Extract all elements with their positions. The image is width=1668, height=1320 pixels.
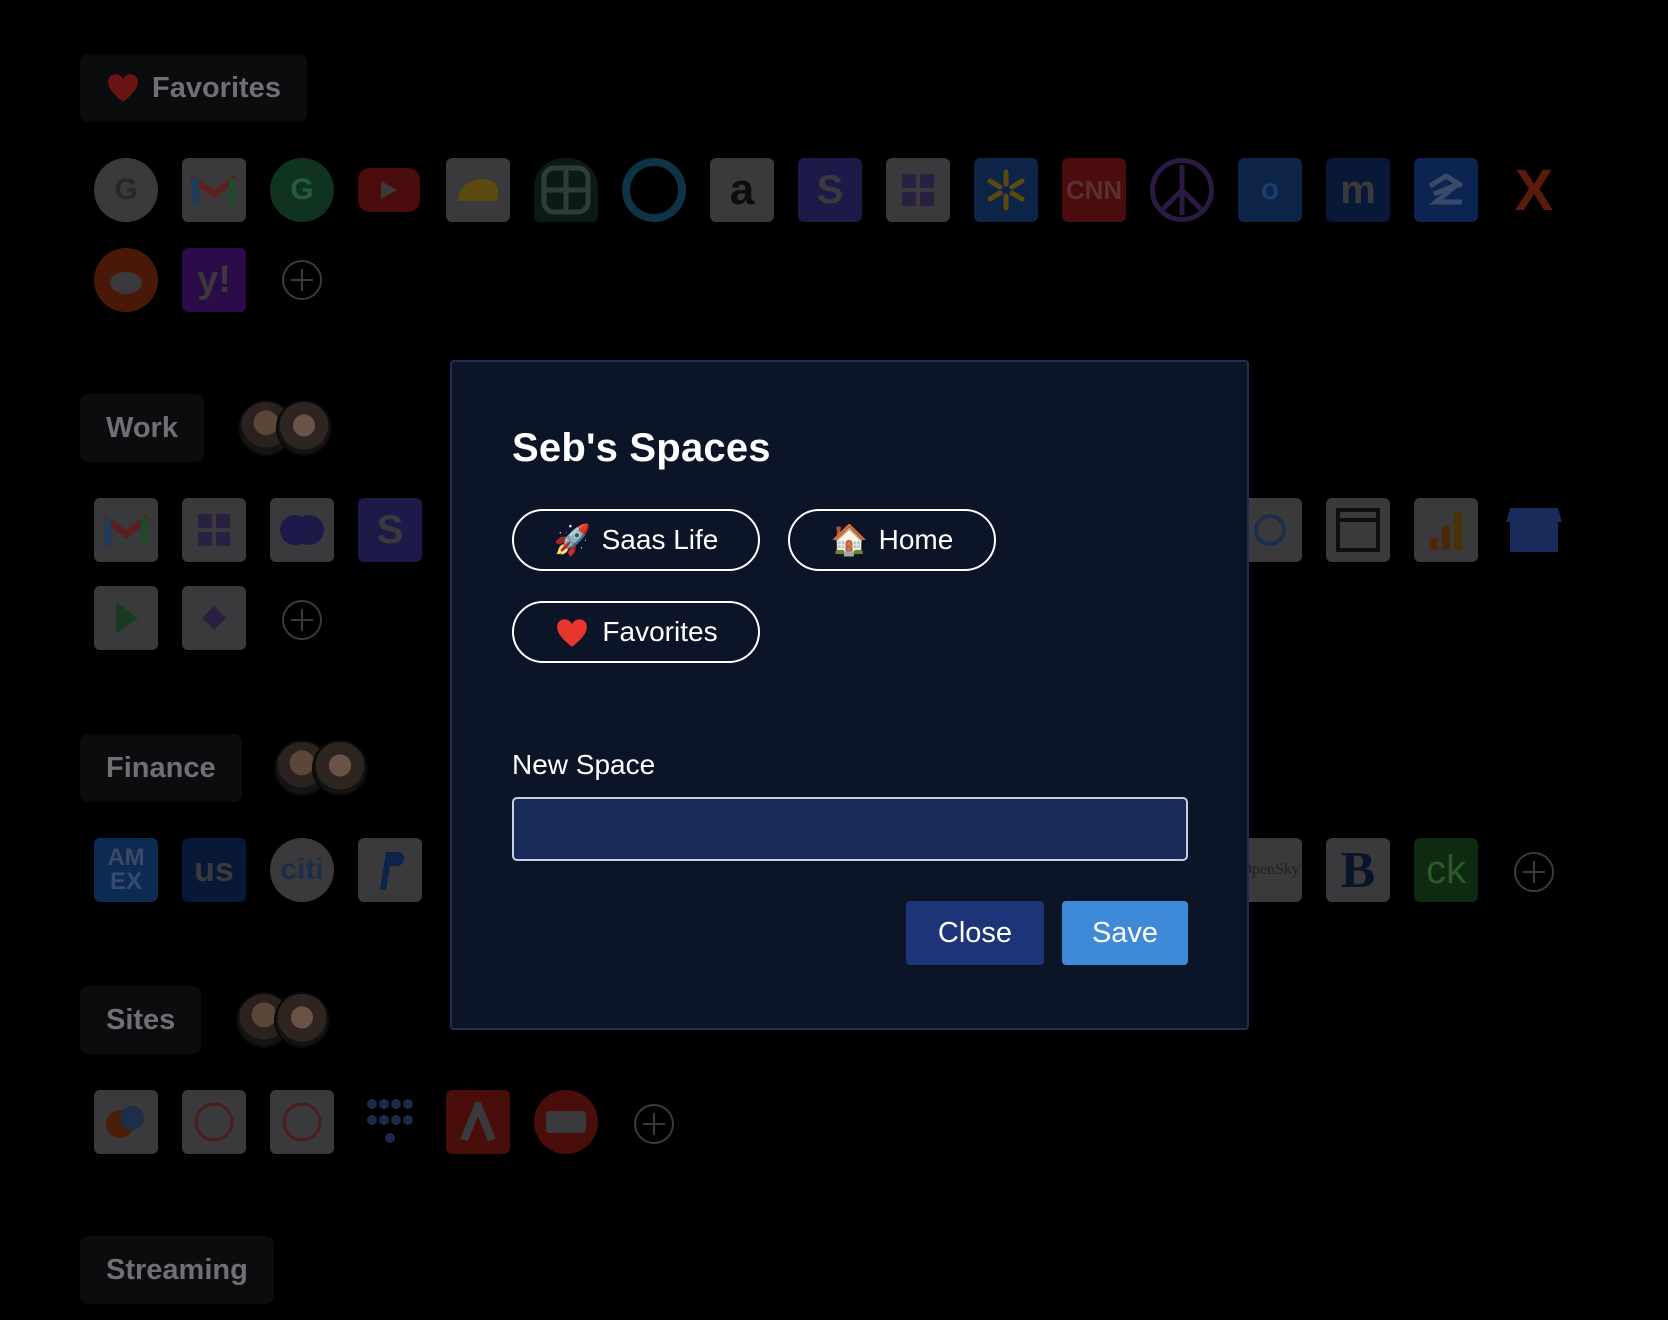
- section-label: Streaming: [106, 1253, 248, 1286]
- m-app-icon[interactable]: m: [1326, 158, 1390, 222]
- puzzle-icon[interactable]: [886, 158, 950, 222]
- add-finance-icon[interactable]: [1514, 852, 1554, 892]
- yahoo-icon[interactable]: y!: [182, 248, 246, 312]
- section-label: Sites: [106, 1003, 176, 1036]
- arch-icon[interactable]: [446, 1090, 510, 1154]
- spaces-list: 🚀 Saas Life 🏠 Home Favorites: [512, 509, 1192, 663]
- alexa-icon[interactable]: [622, 158, 686, 222]
- avatar: [312, 740, 368, 796]
- section-label: Finance: [106, 751, 216, 784]
- creditkarma-icon[interactable]: ck: [1414, 838, 1478, 902]
- work-members: [238, 400, 332, 456]
- save-button[interactable]: Save: [1062, 901, 1188, 965]
- peace-icon[interactable]: [1150, 158, 1214, 222]
- google-business-icon[interactable]: [1502, 498, 1566, 562]
- analytics-icon[interactable]: [1414, 498, 1478, 562]
- space-chip-label: Saas Life: [601, 524, 719, 555]
- section-finance[interactable]: Finance: [80, 734, 242, 802]
- amazon-icon[interactable]: a: [710, 158, 774, 222]
- space-chip-label: Favorites: [602, 616, 718, 647]
- space-chip-label: Home: [878, 524, 954, 555]
- b-app-icon[interactable]: B: [1326, 838, 1390, 902]
- google-icon[interactable]: G: [94, 158, 158, 222]
- circles-icon[interactable]: [270, 498, 334, 562]
- add-favorite-icon[interactable]: [282, 260, 322, 300]
- gmail-icon[interactable]: [182, 158, 246, 222]
- circles-icon[interactable]: [94, 1090, 158, 1154]
- grammarly-icon[interactable]: G: [270, 158, 334, 222]
- space-chip-favorites[interactable]: Favorites: [512, 601, 760, 663]
- s-app-icon[interactable]: S: [358, 498, 422, 562]
- section-label: Work: [106, 411, 178, 444]
- modal-actions: Close Save: [512, 901, 1188, 965]
- usbank-icon[interactable]: us: [182, 838, 246, 902]
- modal-title: Seb's Spaces: [512, 426, 771, 470]
- amex-icon[interactable]: AM EX: [94, 838, 158, 902]
- rocket-icon: 🚀: [553, 523, 591, 557]
- section-sites[interactable]: Sites: [80, 986, 202, 1054]
- house-icon: 🏠: [830, 523, 868, 557]
- gmail-icon[interactable]: [94, 498, 158, 562]
- puzzle-icon[interactable]: [182, 498, 246, 562]
- add-site-icon[interactable]: [634, 1104, 674, 1144]
- add-work-icon[interactable]: [282, 600, 322, 640]
- badge-icon[interactable]: [182, 1090, 246, 1154]
- heart-icon: [106, 71, 140, 105]
- spaces-modal: Seb's Spaces 🚀 Saas Life 🏠 Home Favorite…: [450, 360, 1249, 1030]
- heart-icon: [554, 614, 590, 649]
- citi-icon[interactable]: citi: [270, 838, 334, 902]
- walmart-icon[interactable]: [974, 158, 1038, 222]
- bed-icon[interactable]: [534, 1090, 598, 1154]
- paypal-icon[interactable]: [358, 838, 422, 902]
- x-app-icon[interactable]: X: [1502, 158, 1566, 222]
- space-chip-home[interactable]: 🏠 Home: [788, 509, 996, 571]
- finance-members: [274, 740, 368, 796]
- stack-icon[interactable]: [182, 586, 246, 650]
- play-icon[interactable]: [94, 586, 158, 650]
- section-work[interactable]: Work: [80, 394, 204, 462]
- reddit-icon[interactable]: [94, 248, 158, 312]
- badge-icon[interactable]: [270, 1090, 334, 1154]
- s-app-icon[interactable]: S: [798, 158, 862, 222]
- frame-icon[interactable]: [1326, 498, 1390, 562]
- space-chip-saas-life[interactable]: 🚀 Saas Life: [512, 509, 760, 571]
- new-space-input[interactable]: [512, 797, 1188, 861]
- avatar: [274, 992, 330, 1048]
- section-favorites[interactable]: Favorites: [80, 54, 307, 122]
- sites-members: [236, 992, 330, 1048]
- zillow-icon[interactable]: [1414, 158, 1478, 222]
- close-button[interactable]: Close: [906, 901, 1044, 965]
- taco-icon[interactable]: [446, 158, 510, 222]
- window-icon[interactable]: [534, 158, 598, 222]
- outlook-icon[interactable]: o: [1238, 158, 1302, 222]
- section-streaming[interactable]: Streaming: [80, 1236, 274, 1304]
- youtube-icon[interactable]: [358, 168, 420, 212]
- avatar: [276, 400, 332, 456]
- section-label: Favorites: [152, 71, 281, 104]
- new-space-label: New Space: [512, 749, 656, 780]
- cnn-icon[interactable]: CNN: [1062, 158, 1126, 222]
- dots-icon[interactable]: [358, 1090, 422, 1154]
